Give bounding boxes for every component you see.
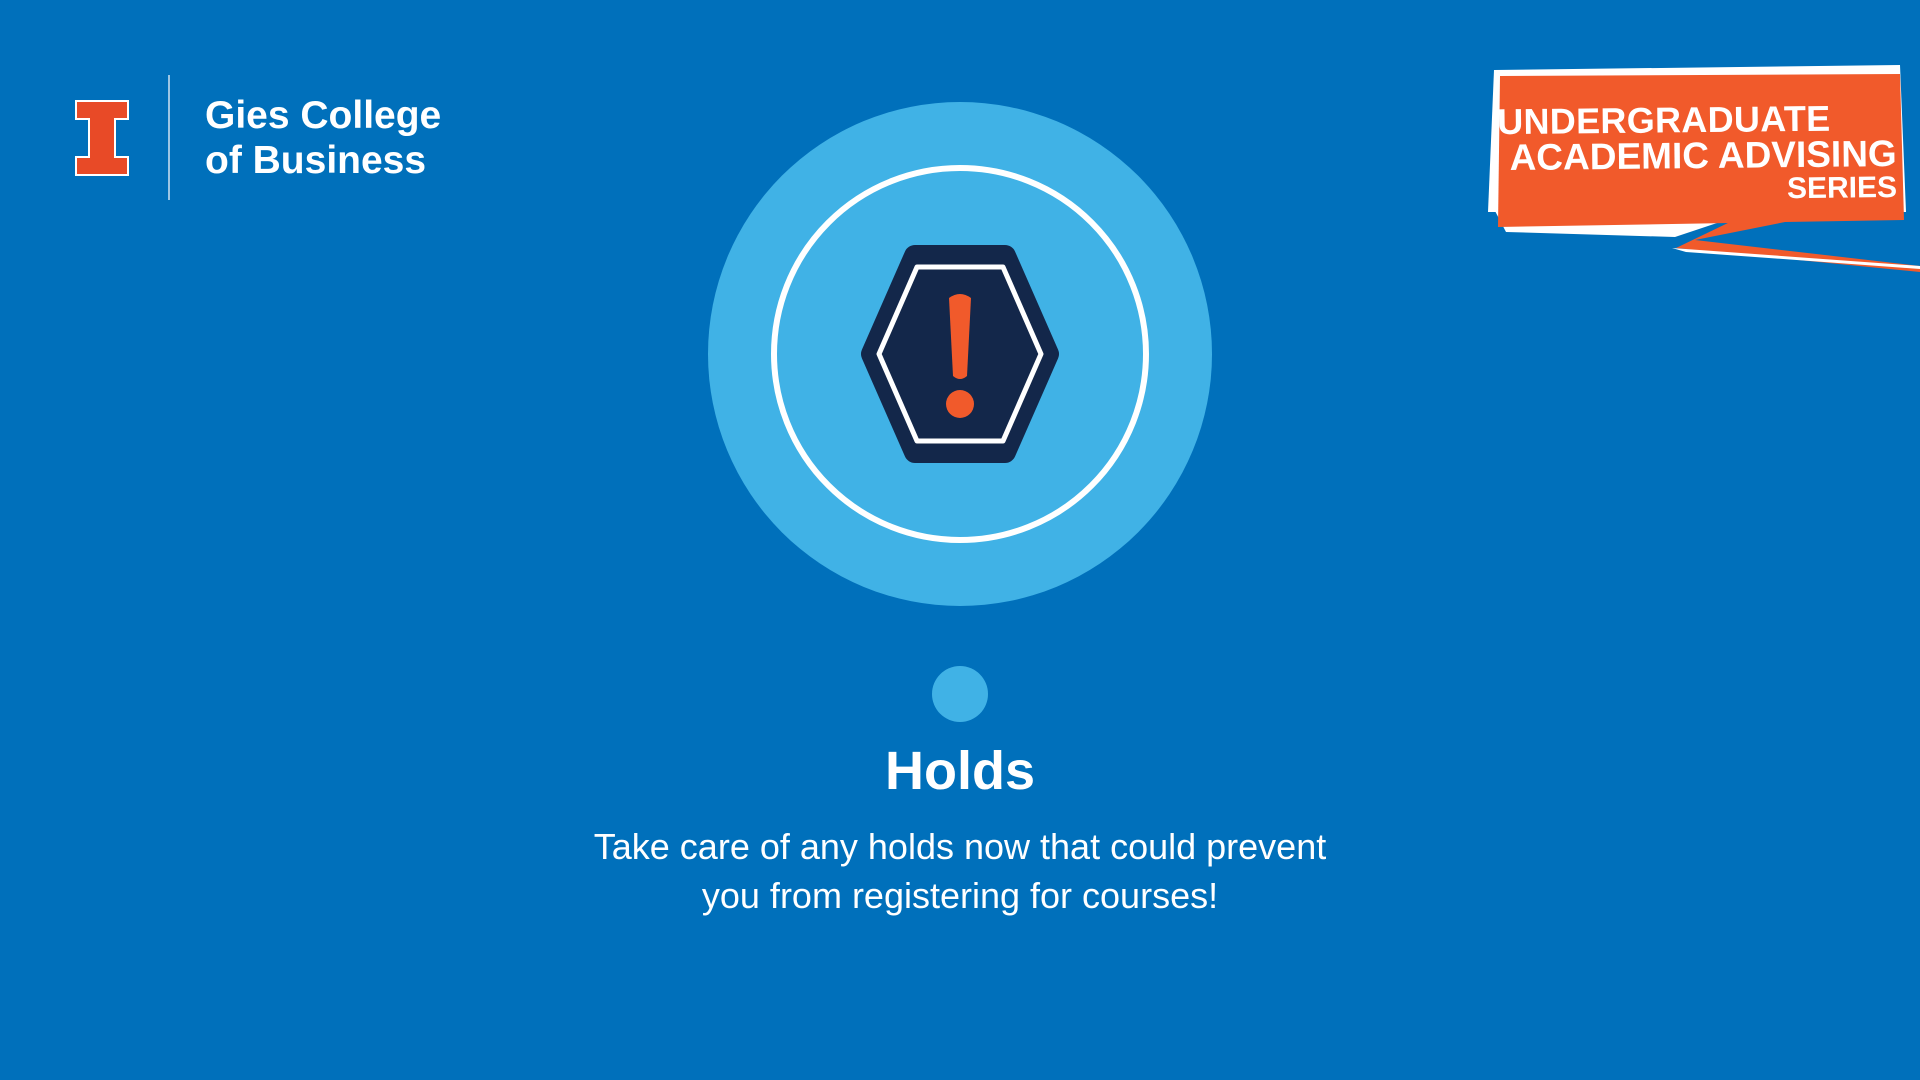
college-name: Gies College of Business: [205, 93, 441, 183]
decorative-dot: [932, 666, 988, 722]
series-badge: UNDERGRADUATE ACADEMIC ADVISING SERIES: [1480, 62, 1920, 272]
gies-logo: Gies College of Business: [75, 75, 455, 200]
illinois-block-i-icon: [75, 100, 129, 176]
slide-description: Take care of any holds now that could pr…: [560, 822, 1360, 920]
holds-hero: [708, 102, 1212, 606]
alert-hexagon-icon: [861, 245, 1059, 463]
college-name-line1: Gies College: [205, 94, 442, 137]
description-line1: Take care of any holds now that could pr…: [593, 826, 1327, 867]
badge-line2: ACADEMIC ADVISING: [1509, 132, 1897, 179]
college-name-line2: of Business: [205, 139, 427, 182]
badge-text: UNDERGRADUATE ACADEMIC ADVISING SERIES: [1497, 98, 1897, 207]
description-line2: you from registering for courses!: [701, 875, 1219, 916]
logo-divider: [168, 75, 170, 200]
slide: { "brand": { "line1": "Gies College", "l…: [0, 0, 1920, 1080]
slide-title: Holds: [884, 741, 1035, 801]
